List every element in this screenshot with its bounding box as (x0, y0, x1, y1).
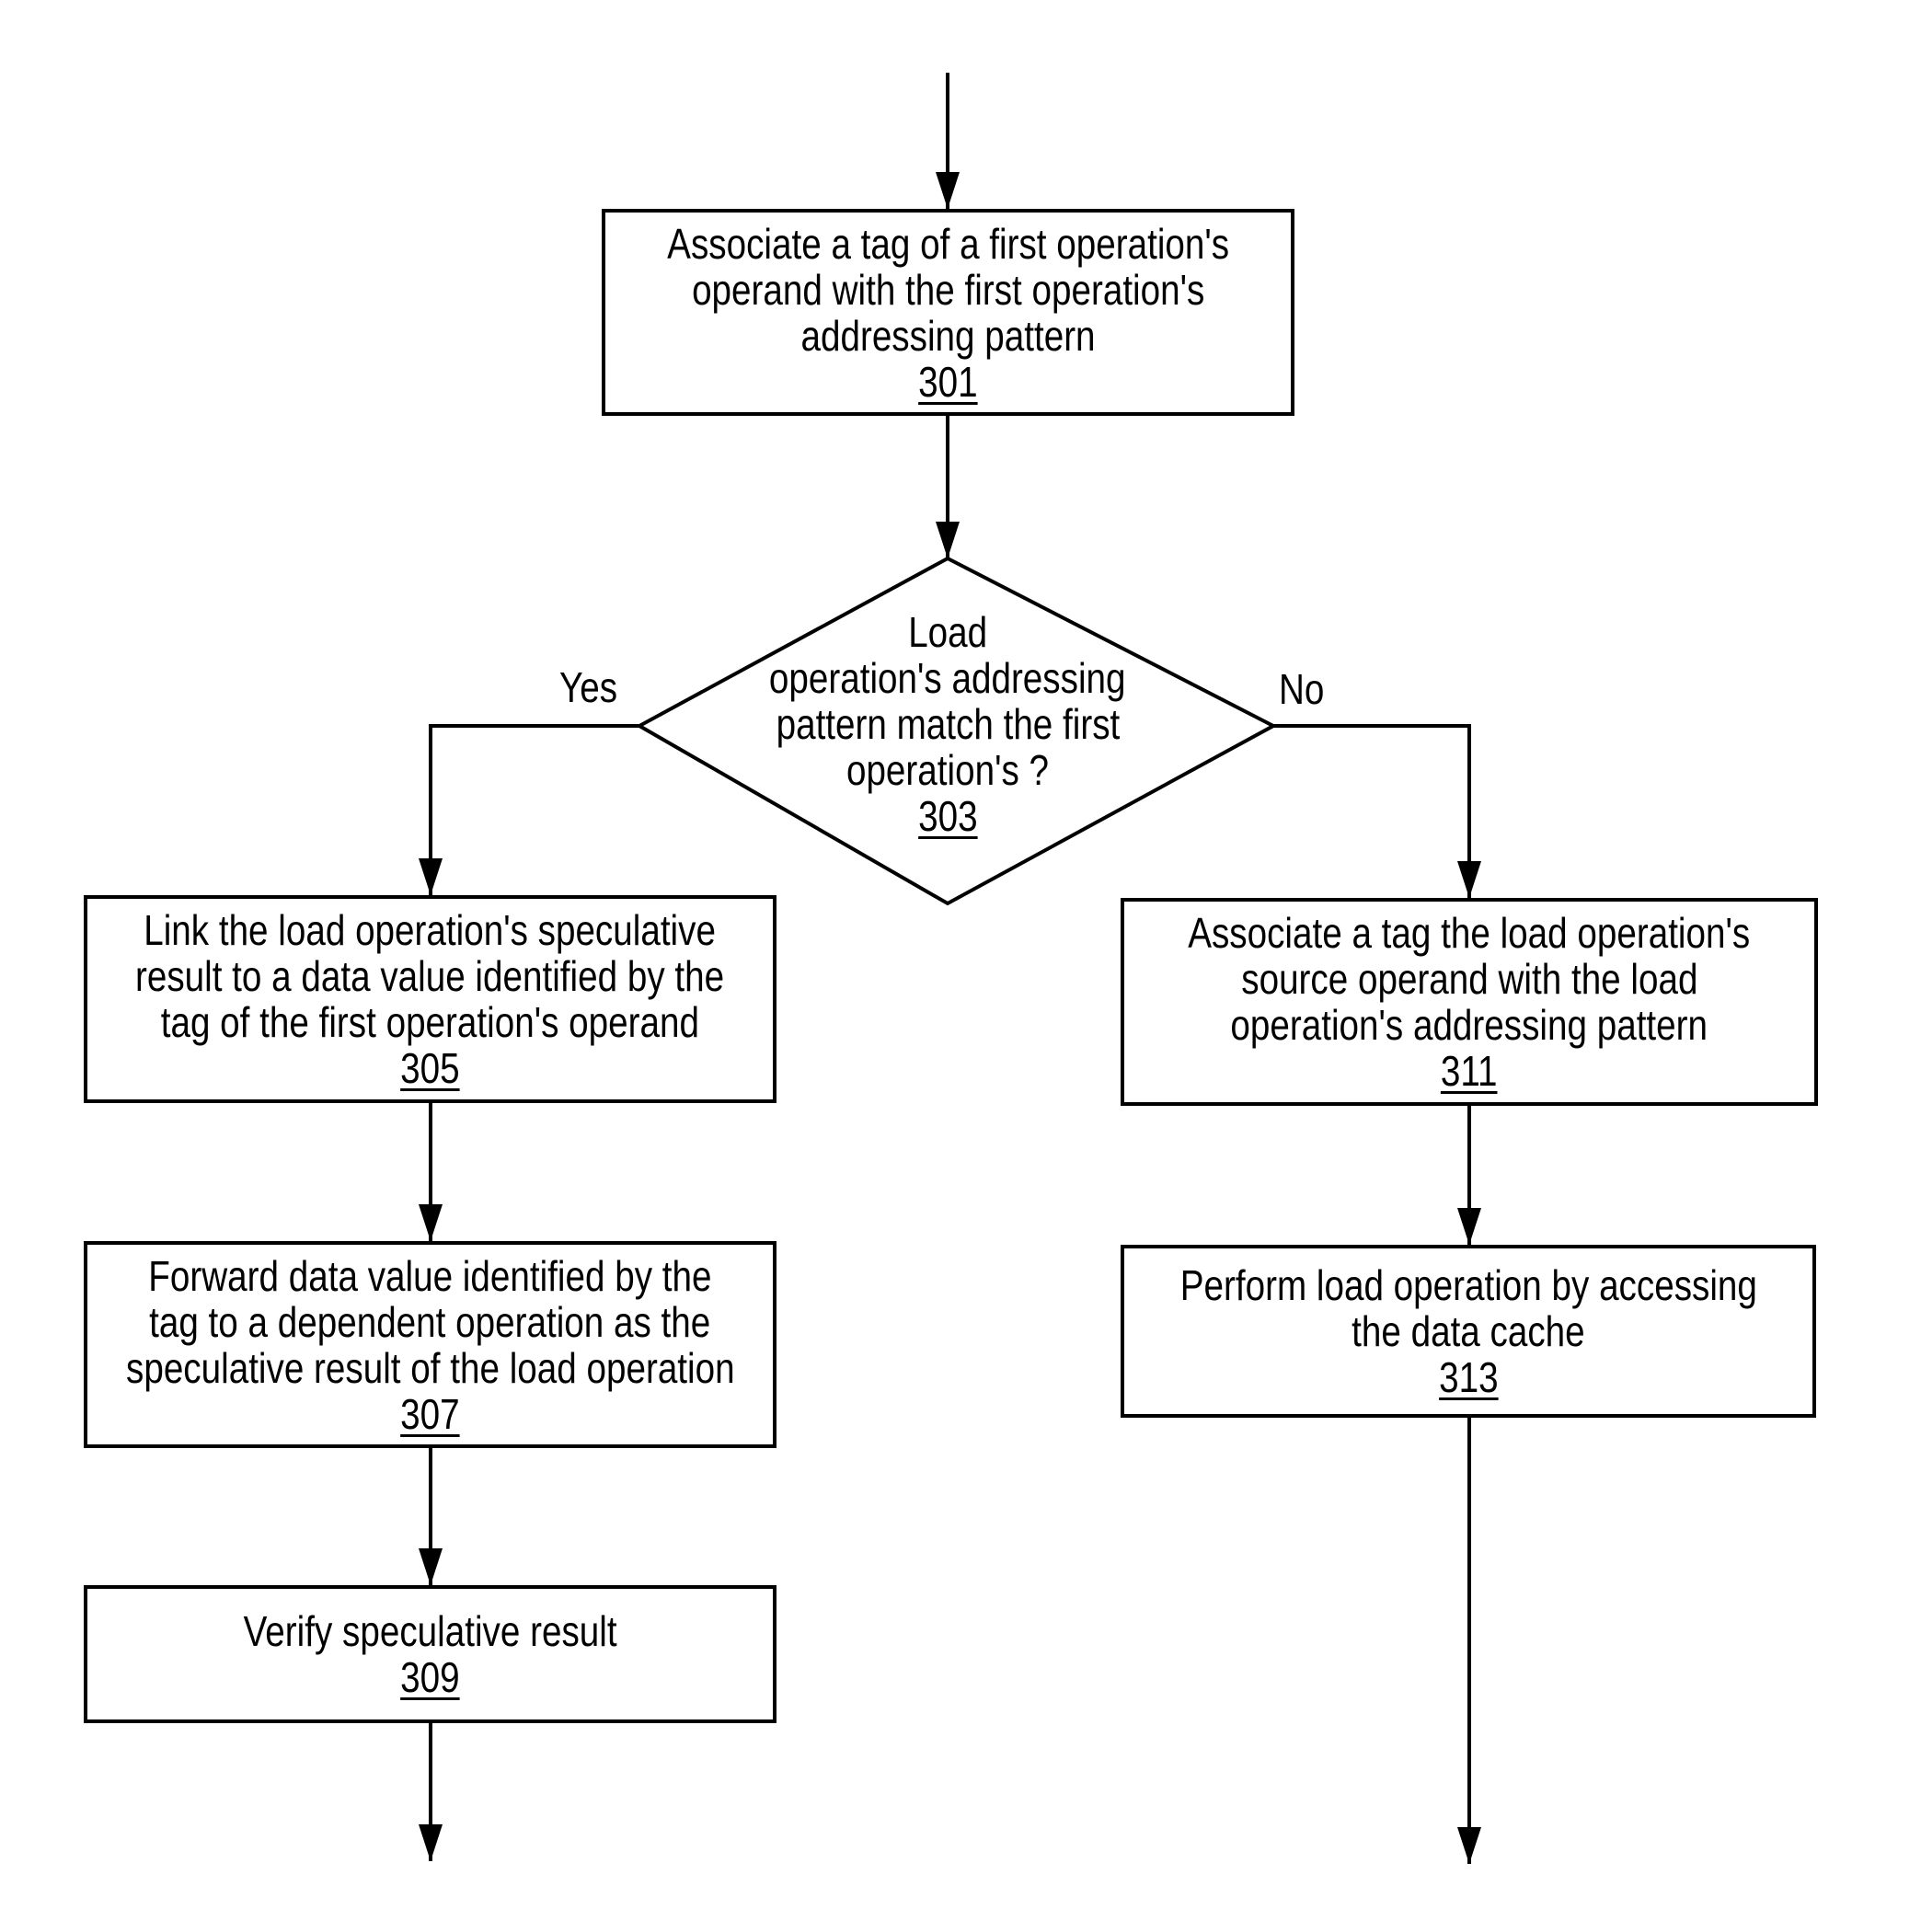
box-307-line-3: speculative result of the load operation (125, 1343, 735, 1392)
box-307-line-1: Forward data value identified by the (148, 1251, 712, 1300)
branch-label-no: No (1279, 665, 1325, 713)
box-313-ref: 313 (1438, 1353, 1499, 1401)
process-box-311: Associate a tag the load operation's sou… (1121, 898, 1818, 1106)
box-307-ref: 307 (400, 1389, 460, 1438)
decision-303-line-2: operation's addressing (769, 654, 1126, 702)
box-305-ref: 305 (400, 1044, 460, 1092)
entry-arrowhead (936, 172, 960, 209)
box-305-line-3: tag of the first operation's operand (160, 998, 700, 1046)
process-box-309: Verify speculative result 309 (84, 1585, 776, 1723)
decision-303-line-4: operation's ? (845, 746, 1050, 794)
box-301-ref: 301 (918, 357, 978, 406)
box-307-line-2: tag to a dependent operation as the (149, 1297, 711, 1346)
box-313-line-1: Perform load operation by accessing (1179, 1261, 1757, 1309)
box-305-line-2: result to a data value identified by the (135, 952, 725, 1000)
arrowhead-311-to-313 (1457, 1208, 1481, 1245)
arrowhead-301-to-303 (936, 522, 960, 558)
box-313-line-2: the data cache (1352, 1307, 1585, 1355)
box-309-ref: 309 (400, 1653, 460, 1701)
arrowhead-yes-to-305 (419, 858, 443, 895)
arrowhead-305-to-307 (419, 1204, 443, 1241)
decision-303-line-3: pattern match the first (776, 700, 1120, 748)
arrowhead-no-to-311 (1457, 861, 1481, 898)
box-301-line-2: operand with the first operation's (691, 265, 1205, 314)
process-box-301: Associate a tag of a first operation's o… (602, 209, 1294, 416)
decision-303-line-1: Load (908, 608, 987, 656)
exit-arrowhead-right (1457, 1827, 1481, 1864)
box-311-ref: 311 (1441, 1047, 1498, 1095)
exit-arrowhead-left (419, 1824, 443, 1861)
process-box-307: Forward data value identified by the tag… (84, 1241, 776, 1448)
process-box-313: Perform load operation by accessing the … (1121, 1245, 1816, 1418)
box-309-line-1: Verify speculative result (243, 1607, 617, 1655)
process-box-305: Link the load operation's speculative re… (84, 895, 776, 1103)
box-301-line-3: addressing pattern (800, 311, 1096, 360)
arrow-yes-to-305 (429, 724, 639, 895)
box-305-line-1: Link the load operation's speculative (144, 906, 717, 954)
arrow-no-to-311 (1273, 724, 1471, 898)
decision-303-ref: 303 (917, 792, 978, 840)
box-311-line-2: source operand with the load (1240, 955, 1698, 1003)
box-301-line-1: Associate a tag of a first operation's (667, 219, 1229, 268)
box-311-line-3: operation's addressing pattern (1230, 1001, 1708, 1049)
box-311-line-1: Associate a tag the load operation's (1188, 909, 1751, 957)
decision-303-text: Load operation's addressing pattern matc… (731, 609, 1164, 839)
branch-label-yes: Yes (559, 663, 618, 711)
arrowhead-307-to-309 (419, 1548, 443, 1585)
